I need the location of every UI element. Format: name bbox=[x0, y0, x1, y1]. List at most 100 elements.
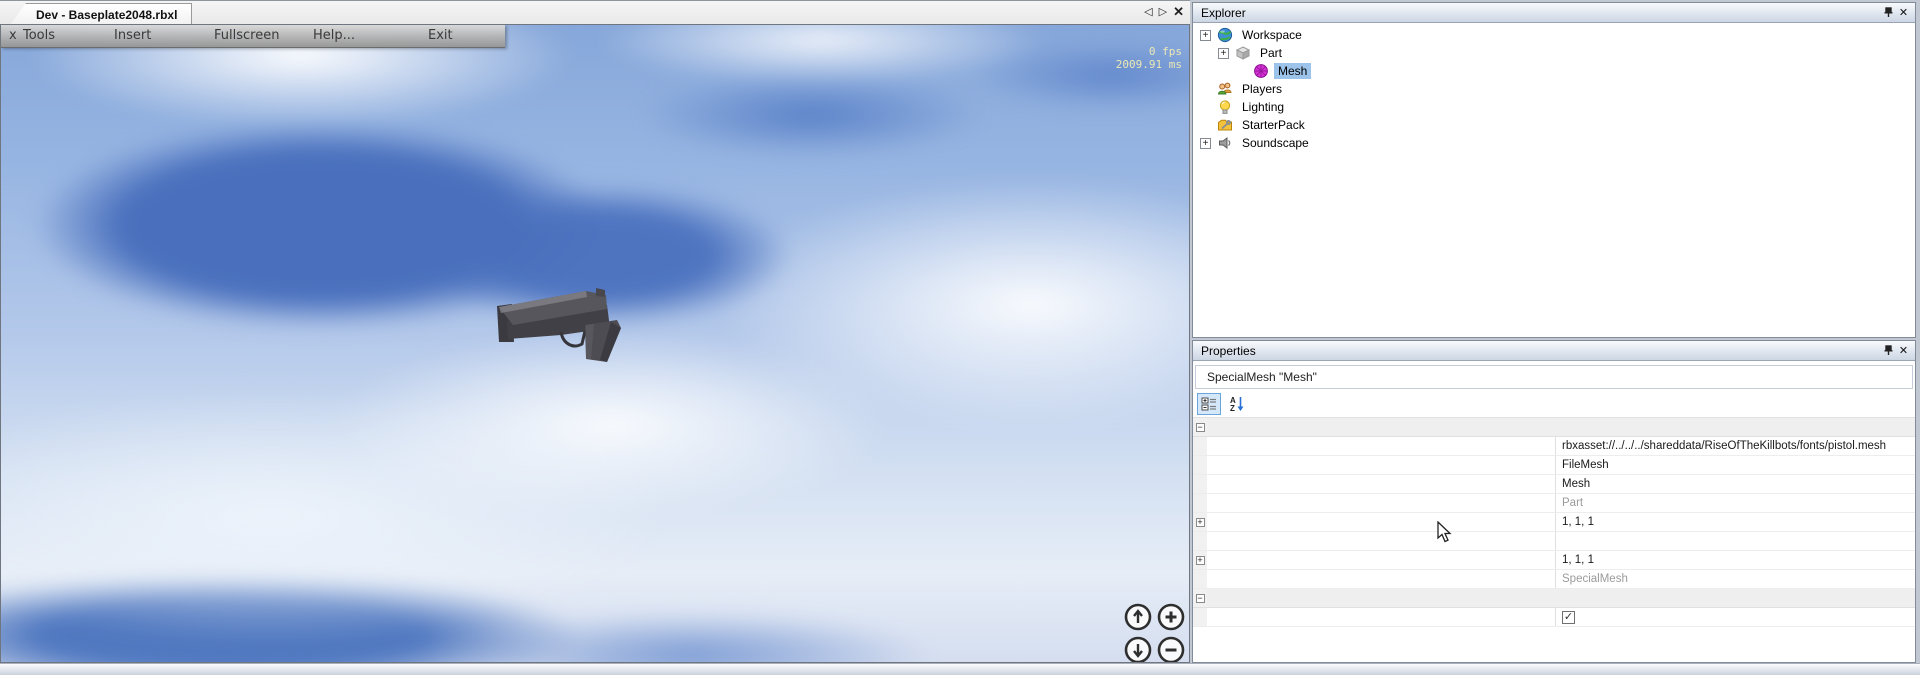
svg-text:Z: Z bbox=[1230, 404, 1235, 412]
property-value[interactable]: FileMesh bbox=[1555, 456, 1915, 474]
tree-item-soundscape[interactable]: + Soundscape bbox=[1193, 134, 1915, 152]
game-menu-bar: x Tools Insert Fullscreen Help... Exit bbox=[1, 25, 505, 48]
gutter: − bbox=[1193, 418, 1207, 436]
gutter: + bbox=[1193, 551, 1207, 569]
tree-item-label[interactable]: Part bbox=[1256, 45, 1286, 61]
property-row-name[interactable]: Mesh bbox=[1193, 475, 1915, 494]
mouse-cursor bbox=[1437, 521, 1452, 543]
menu-item-exit[interactable]: Exit bbox=[428, 28, 453, 43]
az-sort-icon[interactable]: AZ bbox=[1225, 393, 1249, 415]
collapse-icon[interactable]: − bbox=[1196, 594, 1205, 603]
expand-icon[interactable]: + bbox=[1200, 30, 1211, 41]
property-row-classname[interactable]: SpecialMesh bbox=[1193, 570, 1915, 589]
gutter: + bbox=[1193, 513, 1207, 531]
property-value[interactable]: 1, 1, 1 bbox=[1555, 551, 1915, 569]
property-row-meshid[interactable]: rbxasset://../../../shareddata/RiseOfThe… bbox=[1193, 437, 1915, 456]
collapse-icon[interactable]: − bbox=[1196, 423, 1205, 432]
property-value[interactable]: Mesh bbox=[1555, 475, 1915, 493]
tree-item-label[interactable]: Soundscape bbox=[1238, 135, 1313, 151]
tree-item-players[interactable]: Players bbox=[1193, 80, 1915, 98]
fps-counter: 0 fps bbox=[1116, 45, 1182, 58]
tab-close-icon[interactable]: ✕ bbox=[1173, 4, 1184, 20]
explorer-header: Explorer ✕ bbox=[1193, 3, 1915, 23]
property-name bbox=[1207, 532, 1555, 550]
menu-close-x[interactable]: x bbox=[9, 28, 17, 43]
property-value[interactable]: SpecialMesh bbox=[1555, 570, 1915, 588]
tree-item-starterpack[interactable]: StarterPack bbox=[1193, 116, 1915, 134]
close-icon[interactable]: ✕ bbox=[1896, 6, 1911, 20]
property-name bbox=[1207, 608, 1555, 626]
camera-controls bbox=[1126, 605, 1183, 662]
expand-icon[interactable]: + bbox=[1218, 48, 1229, 59]
document-tab[interactable]: Dev - Baseplate2048.rbxl bbox=[10, 3, 192, 25]
pin-icon[interactable] bbox=[1881, 6, 1896, 20]
property-row-textureid[interactable] bbox=[1193, 532, 1915, 551]
property-value[interactable] bbox=[1555, 532, 1915, 550]
frame-time: 2009.91 ms bbox=[1116, 58, 1182, 71]
performance-overlay: 0 fps 2009.91 ms bbox=[1116, 45, 1182, 71]
tree-item-label[interactable]: Players bbox=[1238, 81, 1286, 97]
archivable-checkbox[interactable]: ✓ bbox=[1562, 611, 1575, 624]
tree-item-mesh[interactable]: Mesh bbox=[1193, 62, 1915, 80]
tilt-up-icon[interactable] bbox=[1126, 605, 1150, 629]
pistol-mesh[interactable] bbox=[497, 288, 621, 362]
property-name bbox=[1207, 475, 1555, 493]
menu-item-tools[interactable]: Tools bbox=[23, 28, 55, 43]
property-row-meshtype[interactable]: FileMesh bbox=[1193, 456, 1915, 475]
tree-item-label[interactable]: Mesh bbox=[1274, 63, 1311, 79]
tree-item-lighting[interactable]: Lighting bbox=[1193, 98, 1915, 116]
close-icon[interactable]: ✕ bbox=[1896, 344, 1911, 358]
tree-item-part[interactable]: + Part bbox=[1193, 44, 1915, 62]
section-header-behavior[interactable]: − bbox=[1193, 589, 1915, 608]
tab-scroll-right-icon[interactable]: ▷ bbox=[1159, 4, 1167, 20]
explorer-tree: + Workspace + Part Mesh Players Lighting Starte… bbox=[1193, 23, 1915, 337]
starterpack-folder-icon bbox=[1217, 117, 1233, 133]
gutter bbox=[1193, 456, 1207, 474]
categorized-view-icon[interactable] bbox=[1197, 393, 1221, 415]
section-name bbox=[1207, 589, 1915, 607]
expand-icon[interactable]: + bbox=[1196, 518, 1205, 527]
property-value[interactable]: 1, 1, 1 bbox=[1555, 513, 1915, 531]
tree-item-label[interactable]: StarterPack bbox=[1238, 117, 1309, 133]
lighting-bulb-icon bbox=[1217, 99, 1233, 115]
section-name bbox=[1207, 418, 1915, 436]
properties-header: Properties ✕ bbox=[1193, 341, 1915, 361]
menu-item-help[interactable]: Help... bbox=[313, 28, 355, 43]
properties-title: Properties bbox=[1201, 344, 1881, 358]
explorer-title: Explorer bbox=[1201, 6, 1881, 20]
section-header-data[interactable]: − bbox=[1193, 418, 1915, 437]
property-row-parent[interactable]: Part bbox=[1193, 494, 1915, 513]
property-name bbox=[1207, 437, 1555, 455]
players-icon bbox=[1217, 81, 1233, 97]
bottom-status-strip bbox=[0, 663, 1920, 675]
expand-icon[interactable]: + bbox=[1200, 138, 1211, 149]
property-row-vertexcolor[interactable]: +1, 1, 1 bbox=[1193, 551, 1915, 570]
gutter bbox=[1193, 570, 1207, 588]
property-value[interactable]: rbxasset://../../../shareddata/RiseOfThe… bbox=[1555, 437, 1915, 455]
tree-item-workspace[interactable]: + Workspace bbox=[1193, 26, 1915, 44]
tree-item-label[interactable]: Lighting bbox=[1238, 99, 1288, 115]
property-row-archivable[interactable]: ✓ bbox=[1193, 608, 1915, 627]
explorer-panel: Explorer ✕ + Workspace + Part Mesh Players Lig… bbox=[1192, 2, 1916, 338]
property-name bbox=[1207, 551, 1555, 569]
expand-icon[interactable]: + bbox=[1196, 556, 1205, 565]
property-value[interactable]: ✓ bbox=[1555, 608, 1915, 626]
menu-item-fullscreen[interactable]: Fullscreen bbox=[214, 28, 279, 43]
tree-item-label[interactable]: Workspace bbox=[1238, 27, 1306, 43]
properties-grid: − rbxasset://../../../shareddata/RiseOfTh… bbox=[1193, 417, 1915, 662]
zoom-out-icon[interactable] bbox=[1159, 638, 1183, 662]
pin-icon[interactable] bbox=[1881, 344, 1896, 358]
tab-scroll-left-icon[interactable]: ◁ bbox=[1144, 4, 1152, 20]
menu-item-insert[interactable]: Insert bbox=[114, 28, 151, 43]
3d-viewport[interactable]: x Tools Insert Fullscreen Help... Exit 0… bbox=[0, 24, 1190, 663]
property-value[interactable]: Part bbox=[1555, 494, 1915, 512]
tilt-down-icon[interactable] bbox=[1126, 638, 1150, 662]
properties-toolbar: AZ bbox=[1193, 391, 1915, 417]
tab-nav-controls: ◁ ▷ ✕ bbox=[1144, 4, 1184, 20]
selected-object-label: SpecialMesh "Mesh" bbox=[1207, 370, 1317, 384]
gutter: − bbox=[1193, 589, 1207, 607]
scene-overlay bbox=[1, 25, 1189, 662]
zoom-in-icon[interactable] bbox=[1159, 605, 1183, 629]
property-row-scale[interactable]: +1, 1, 1 bbox=[1193, 513, 1915, 532]
gutter bbox=[1193, 437, 1207, 455]
